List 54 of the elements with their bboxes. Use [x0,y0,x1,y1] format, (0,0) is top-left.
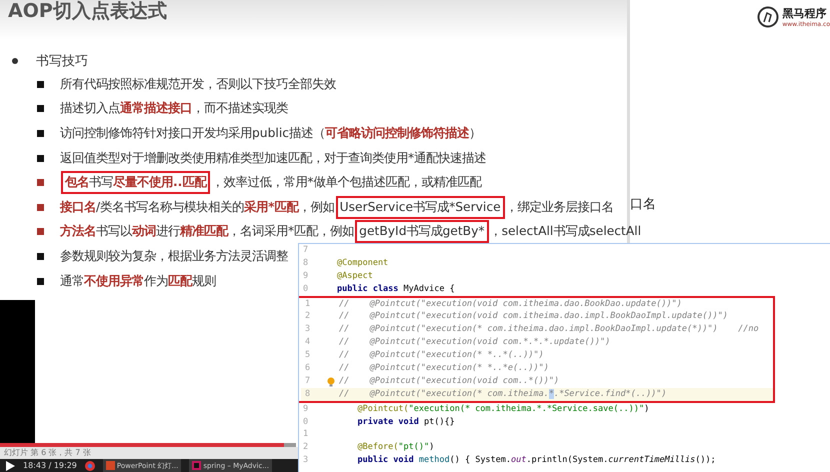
logo-icon [757,6,780,28]
play-icon[interactable] [6,460,15,470]
app-icon [106,461,115,470]
logo-name: 黑马程序 [782,6,828,21]
bullet-dot [12,58,18,64]
code-line: public class MyAdvice { [336,282,455,296]
line-number: 8 [304,388,312,401]
line-number: 5 [304,349,312,362]
bullet-text: 接口名/类名书写名称与模块相关的采用*匹配，例如 [60,198,335,216]
video-time: 18:43 / 19:29 [23,461,77,470]
browser-icon[interactable] [84,460,95,470]
code-line: // @Pointcut("execution(void com..*())") [327,374,560,388]
code-line: // @Pointcut("execution(* *..*e(..))") [338,362,549,375]
lightbulb-icon[interactable] [327,376,335,387]
highlight-frame: UserService书写成*Service [336,196,505,219]
bullet-text: 访问控制修饰符针对接口开发均采用public描述（可省略访问控制修饰符描述） [60,124,481,142]
code-line: // @Pointcut("execution(* com.itheima.*.*Service.find*(..))") [338,388,667,401]
line-number: 7 [304,374,312,388]
code-line: @Component [336,256,388,270]
bullet-text: 所有代码按照标准规范开发，否则以下技巧全部失效 [60,76,336,93]
code-line: // @Pointcut("execution(void com.*.*.*.update())") [338,336,610,350]
line-number: 9 [302,402,310,416]
code-line: // @Pointcut("execution(* com.itheima.dao.impl.BookDaoImpl.update(*))") //no [338,323,759,336]
bullet-text: ，效率过低，常用*做单个包描述匹配，或精准匹配 [211,174,482,192]
bullet-text: 方法名书写以动词进行精准匹配，名词采用*匹配，例如 [60,223,354,240]
line-number: 0 [302,282,310,296]
line-number: 6 [304,362,312,375]
slide-text: 口名 [630,196,656,213]
bullet-text: 描述切入点通常描述接口，而不描述实现类 [60,100,288,118]
code-line: @Aspect [336,270,373,283]
line-number: 1 [304,298,312,310]
line-number: 8 [302,256,310,270]
app-icon [192,461,202,470]
bullet-text: 返回值类型对于增删改类使用精准类型加速匹配，对于查询类使用*通配快速描述 [60,150,486,167]
code-line: // @Pointcut("execution(void com.itheima.dao.impl.BookDaoImpl.update())") [338,310,728,324]
highlight-frame: 包名书写尽量不使用..匹配 [61,171,210,194]
highlight-frame: getById书写成getBy* [355,220,489,244]
slide-title: AOP切入点表达式 [7,0,168,24]
bullet-text: ，selectAll书写成selectAll [490,223,642,240]
code-line: // @Pointcut("execution(* *..*(..))") [338,349,544,362]
line-number: 4 [304,336,312,350]
bullet-text: 通常不使用异常作为匹配规则 [60,272,216,290]
line-number: 0 [302,416,310,428]
line-number: 1 [302,428,310,442]
line-number: 3 [304,323,312,336]
bullet-text: 参数规则较为复杂，根据业务方法灵活调整 [60,248,288,265]
code-line: private void pt(){} [356,416,455,428]
bullet-heading: 书写技巧 [36,53,88,70]
line-number: 7 [302,244,310,257]
bullet-text: ，绑定业务层接口名 [506,198,614,216]
line-number: 9 [302,270,310,283]
code-line: @Pointcut("execution(* com.itheima.*.*Service.save(..))") [356,402,650,416]
code-line: // @Pointcut("execution(void com.itheima.dao.BookDao.update())") [338,298,682,310]
line-number: 2 [304,310,312,324]
